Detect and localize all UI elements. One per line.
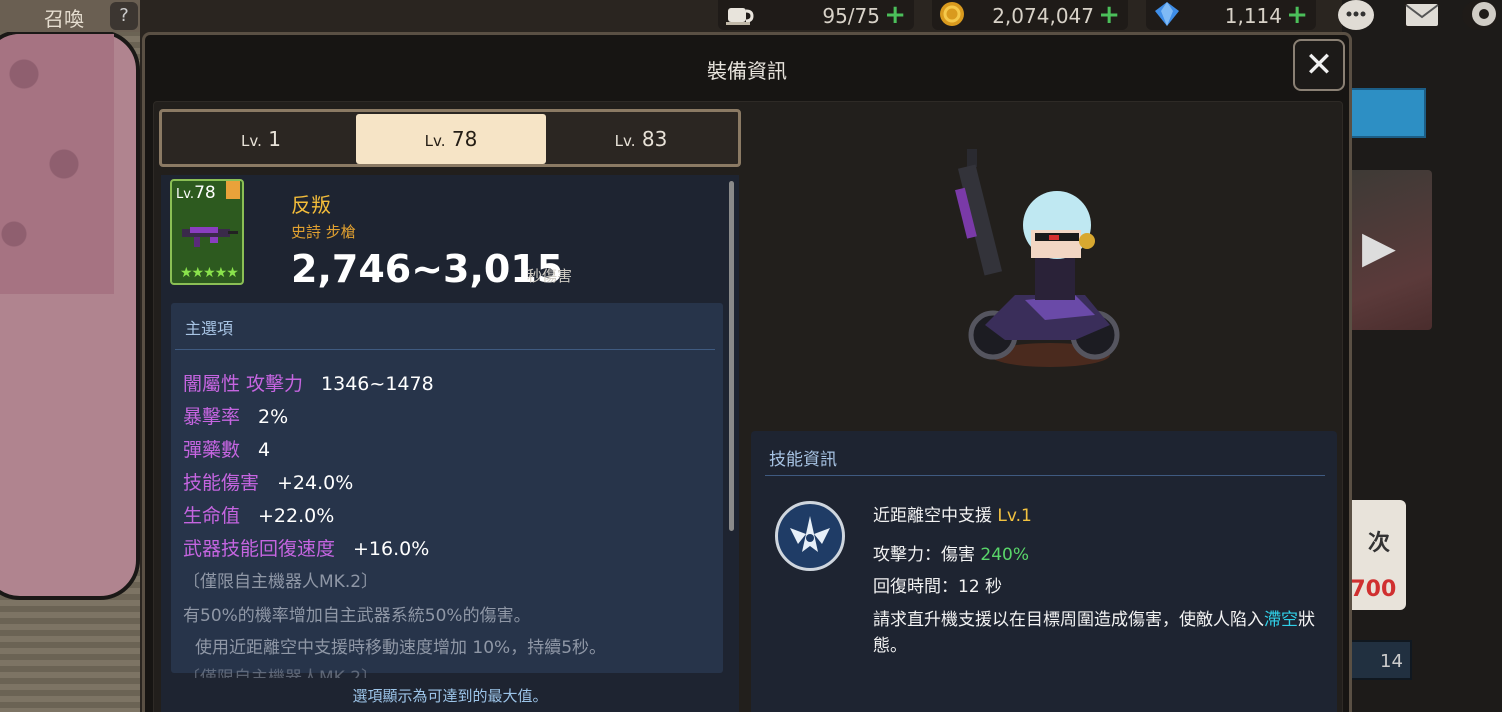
gem-value: 1,114 xyxy=(1224,4,1282,28)
options-divider xyxy=(175,349,715,350)
stat-skill-damage: 技能傷害 +24.0% xyxy=(183,472,354,494)
modal-title: 裝備資訊 xyxy=(707,59,787,83)
skill-divider xyxy=(765,475,1325,476)
top-resource-bar: 召喚 ? 95/75 + 2,074,047 + 1,114 + xyxy=(0,0,1502,32)
stat-hp: 生命值 +22.0% xyxy=(183,505,335,527)
tab-level-1[interactable]: Lv. 1 xyxy=(166,114,356,164)
gold-value: 2,074,047 xyxy=(992,4,1094,28)
air-support-skill-icon xyxy=(775,501,845,571)
add-gold-button[interactable]: + xyxy=(1098,0,1120,30)
character-sprite xyxy=(955,149,1120,367)
bookmark-icon xyxy=(226,181,240,199)
weapon-rarity-type: 史詩 步槍 xyxy=(291,223,356,241)
diamond-gem-icon xyxy=(1152,0,1182,34)
main-options-header: 主選項 xyxy=(185,319,234,338)
info-scrollbar[interactable] xyxy=(729,181,734,531)
rifle-icon xyxy=(182,227,238,247)
stat-ammo: 彈藥數 4 xyxy=(183,439,271,461)
chat-bubble-icon[interactable] xyxy=(1338,0,1374,30)
stamina-value: 95/75 xyxy=(822,4,880,28)
skill-description: 請求直升機支援以在目標周圍造成傷害，使敵人陷入滯空狀態。 xyxy=(873,610,1315,656)
add-stamina-button[interactable]: + xyxy=(884,0,906,30)
skill-name: 近距離空中支援 Lv.1 xyxy=(873,506,1032,526)
weapon-name: 反叛 xyxy=(291,193,331,217)
background-number-text: 14 xyxy=(1380,651,1403,672)
level-tabs: Lv. 1 Lv. 78 Lv. 83 xyxy=(159,109,741,167)
tab-level-83[interactable]: Lv. 83 xyxy=(546,114,736,164)
help-button[interactable]: ? xyxy=(110,2,138,30)
close-button[interactable]: ✕ xyxy=(1293,39,1345,91)
coffee-cup-icon xyxy=(724,0,754,34)
damage-unit: 秒傷害 xyxy=(527,267,573,285)
option-note: 使用近距離空中支援時移動速度增加 10%，持續5秒。 xyxy=(195,638,607,658)
add-gem-button[interactable]: + xyxy=(1286,0,1308,30)
stat-dark-attack: 闇屬性 攻擊力 1346~1478 xyxy=(183,373,434,395)
weapon-level: Lv.78 xyxy=(176,183,216,203)
settings-gear-icon[interactable] xyxy=(1462,0,1498,30)
equipment-info-modal: 裝備資訊 ✕ Lv. 1 Lv. 78 Lv. 83 Lv.78 ★★★★★ 反… xyxy=(142,32,1352,712)
background-card-char: 次 xyxy=(1368,531,1391,556)
weapon-damage: 2,746~3,015 xyxy=(291,247,564,291)
skill-cooldown: 回復時間：12 秒 xyxy=(873,577,1003,597)
stamina-resource: 95/75 + xyxy=(718,0,914,30)
summon-label: 召喚 xyxy=(44,7,84,31)
background-pink-panel xyxy=(0,30,140,600)
play-icon: ▶ xyxy=(1362,222,1396,273)
gem-resource: 1,114 + xyxy=(1146,0,1316,30)
tab-level-78[interactable]: Lv. 78 xyxy=(356,114,546,164)
options-footnote: 選項顯示為可達到的最大值。 xyxy=(352,687,548,705)
option-note: 〔僅限自主機器人MK.2〕 xyxy=(183,572,379,592)
skill-info-header: 技能資訊 xyxy=(769,450,837,470)
option-note: 有50%的機率增加自主武器系統50%的傷害。 xyxy=(183,606,531,626)
skill-info-panel xyxy=(751,431,1337,712)
gold-resource: 2,074,047 + xyxy=(932,0,1128,30)
mail-icon[interactable] xyxy=(1404,0,1440,30)
gold-coin-icon xyxy=(938,0,968,34)
weapon-thumbnail: Lv.78 ★★★★★ xyxy=(170,179,244,285)
stat-weapon-skill-recovery: 武器技能回復速度 +16.0% xyxy=(183,538,430,560)
skill-attack: 攻擊力：傷害 240% xyxy=(873,545,1030,565)
summon-tab[interactable]: 召喚 ? xyxy=(0,0,140,32)
background-right: ▶ 次 ,700 14 xyxy=(1342,0,1502,712)
background-blue-button xyxy=(1342,88,1426,138)
stat-crit-rate: 暴擊率 2% xyxy=(183,406,289,428)
weapon-stars: ★★★★★ xyxy=(180,265,239,281)
